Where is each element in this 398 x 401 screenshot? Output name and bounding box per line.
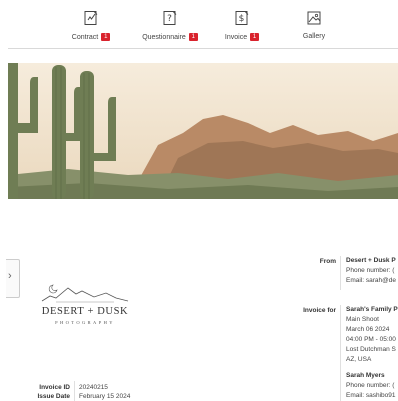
- from-email: Email: sarah@de: [346, 277, 396, 284]
- session-name: Main Shoot: [346, 316, 379, 323]
- issue-date-label: Issue Date: [37, 393, 70, 400]
- tab-questionnaire-label: Questionnaire: [142, 33, 186, 41]
- logo-sub: PHOTOGRAPHY: [55, 320, 115, 325]
- tab-invoice[interactable]: $ Invoice 1: [207, 10, 277, 41]
- invoice-badge: 1: [250, 33, 260, 41]
- invoice-meta-values: 20240215 February 15 2024: [79, 383, 130, 401]
- invoice-for-divider: [340, 305, 341, 401]
- session-time: 04:00 PM - 05:00: [346, 336, 396, 343]
- invoice-meta-divider: [74, 381, 75, 401]
- hero-banner: [8, 63, 398, 199]
- session-location: Lost Dutchman S: [346, 346, 396, 353]
- contract-icon: [84, 11, 98, 25]
- invoice-meta-labels: Invoice ID Issue Date: [20, 383, 70, 401]
- side-expand-tab[interactable]: ›: [6, 259, 20, 298]
- tab-contract-label: Contract: [71, 33, 99, 41]
- tab-bar: Contract 1 ? Questionnaire 1 $ Invoice 1 Ga…: [0, 0, 398, 48]
- svg-text:$: $: [239, 14, 245, 24]
- tab-divider: [8, 48, 398, 49]
- chevron-right-icon: ›: [8, 270, 12, 282]
- desert-landscape-image: [8, 63, 398, 199]
- invoice-icon: $: [235, 11, 249, 25]
- tab-contract[interactable]: Contract 1: [56, 10, 126, 41]
- svg-text:?: ?: [167, 14, 172, 24]
- contact-email: Email: sashibo91: [346, 392, 396, 399]
- from-phone: Phone number: (: [346, 267, 395, 274]
- tab-gallery-label: Gallery: [302, 33, 326, 40]
- from-company: Desert + Dusk P: [346, 257, 396, 264]
- gallery-icon: [307, 11, 321, 25]
- session-region: AZ, USA: [346, 356, 372, 363]
- session-date: March 06 2024: [346, 326, 390, 333]
- invoice-for-details: Sarah's Family P Main Shoot March 06 202…: [346, 305, 398, 401]
- tab-questionnaire[interactable]: ? Questionnaire 1: [135, 10, 205, 41]
- client-name: Sarah's Family P: [346, 306, 398, 313]
- questionnaire-badge: 1: [188, 33, 198, 41]
- issue-date-value: February 15 2024: [79, 393, 131, 400]
- invoice-for-label: Invoice for: [303, 307, 336, 314]
- invoice-id-value: 20240215: [79, 384, 108, 391]
- from-divider: [340, 256, 341, 290]
- contract-badge: 1: [101, 33, 111, 41]
- questionnaire-icon: ?: [163, 11, 177, 25]
- tab-gallery[interactable]: Gallery: [279, 10, 349, 40]
- from-details: Desert + Dusk P Phone number: ( Email: s…: [346, 256, 396, 286]
- from-label: From: [319, 258, 336, 265]
- contact-phone: Phone number: (: [346, 382, 395, 389]
- contact-name: Sarah Myers: [346, 372, 385, 379]
- logo-name: DESERT + DUSK: [41, 306, 129, 317]
- tab-invoice-label: Invoice: [224, 33, 248, 41]
- invoice-id-label: Invoice ID: [39, 384, 70, 391]
